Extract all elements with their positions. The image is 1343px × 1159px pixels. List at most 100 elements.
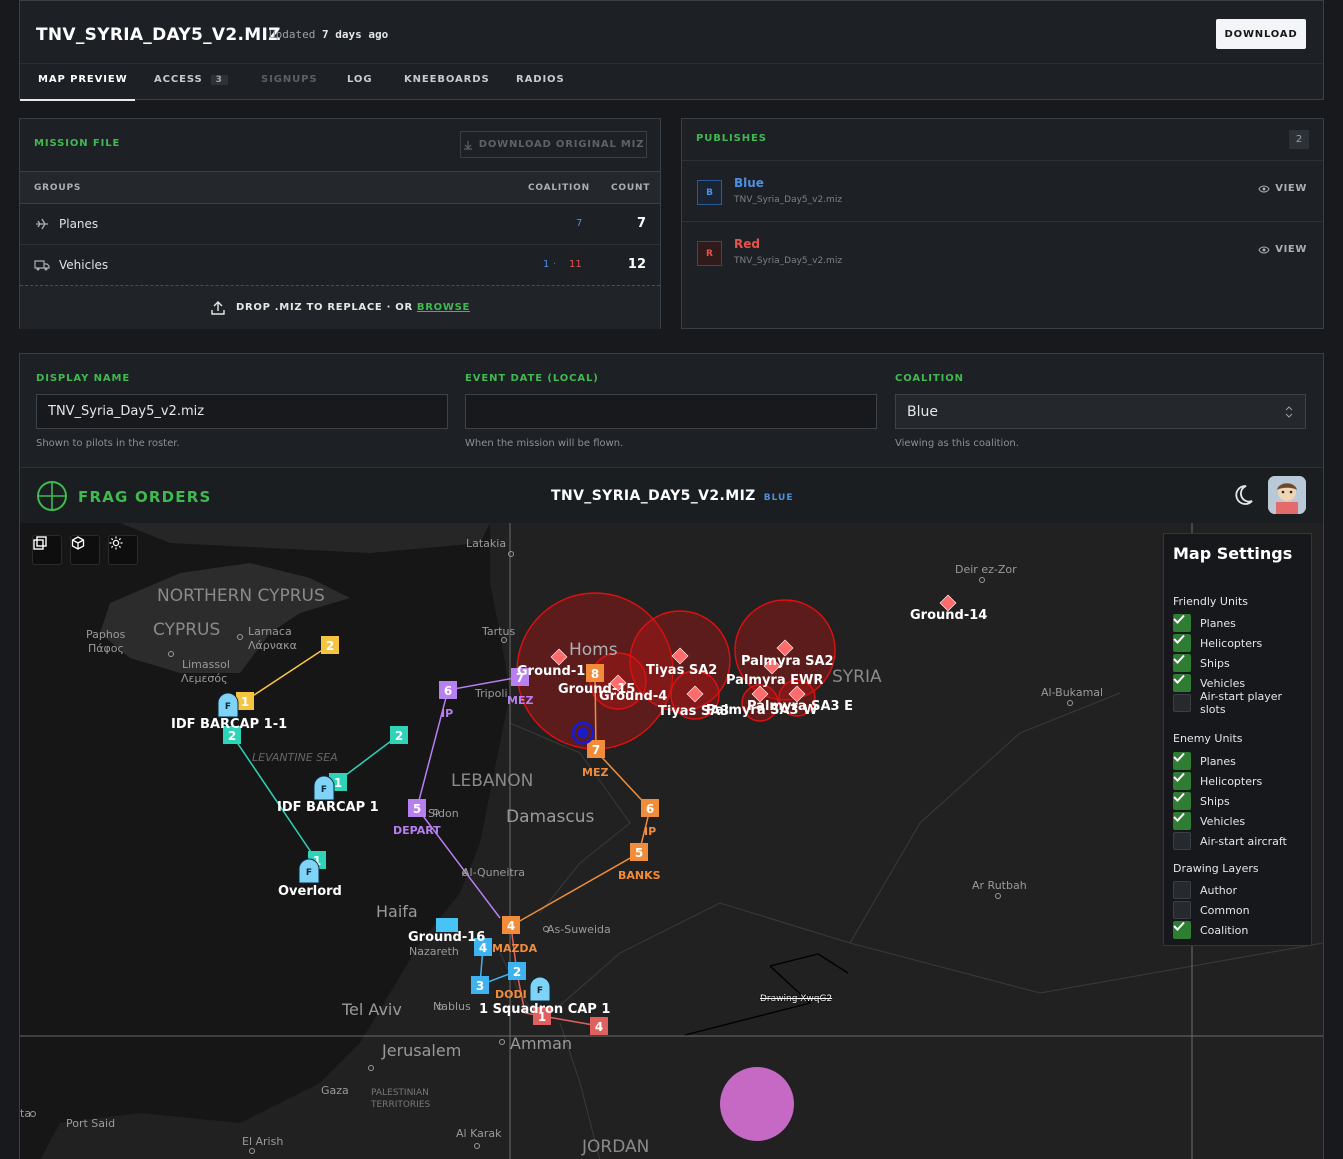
frag-orders-title: FRAG ORDERS bbox=[78, 488, 212, 506]
check-icon bbox=[1173, 921, 1185, 931]
place-label: As-Suweida bbox=[547, 923, 611, 936]
unit-label[interactable]: Ground-15 bbox=[558, 682, 635, 697]
unit-label[interactable]: Overlord bbox=[278, 884, 342, 899]
tab-log[interactable]: LOG bbox=[347, 74, 372, 85]
unit-label[interactable]: 1 Squadron CAP 1 bbox=[479, 1002, 610, 1017]
browse-link[interactable]: BROWSE bbox=[417, 302, 470, 313]
checkbox-label: Air-start player slots bbox=[1199, 690, 1283, 716]
checkbox[interactable] bbox=[1173, 812, 1191, 830]
download-button[interactable]: DOWNLOAD bbox=[1216, 19, 1306, 49]
checkbox[interactable] bbox=[1173, 654, 1191, 672]
place-label: LEBANON bbox=[451, 771, 534, 791]
checkbox[interactable] bbox=[1173, 772, 1191, 790]
unit-label[interactable]: IDF BARCAP 1-1 bbox=[171, 717, 287, 732]
col-count: COUNT bbox=[611, 183, 651, 193]
checkbox[interactable] bbox=[1173, 881, 1191, 899]
miz-dropzone[interactable]: DROP .MIZ TO REPLACE · OR BROWSE bbox=[20, 285, 660, 329]
tab-kneeboards[interactable]: KNEEBOARDS bbox=[404, 74, 490, 85]
check-icon bbox=[1173, 674, 1185, 684]
place-label: Gaza bbox=[321, 1084, 349, 1097]
checkbox[interactable] bbox=[1173, 901, 1191, 919]
checkbox[interactable] bbox=[1173, 752, 1191, 770]
publish-row-blue[interactable]: B Blue TNV_Syria_Day5_v2.miz VIEW bbox=[682, 160, 1323, 221]
view-button[interactable]: VIEW bbox=[1258, 244, 1307, 255]
table-row[interactable]: Planes 7 7 bbox=[20, 204, 660, 245]
checkbox[interactable] bbox=[1173, 832, 1191, 850]
waypoint-label: BANKS bbox=[618, 869, 661, 882]
event-date-input[interactable] bbox=[465, 394, 877, 429]
unit-label[interactable]: Ground-14 bbox=[910, 608, 987, 623]
unit-label[interactable]: Palmyra SA3 W bbox=[706, 703, 817, 718]
unit-label[interactable]: Ground-16 bbox=[408, 930, 485, 945]
3d-view-button[interactable] bbox=[70, 535, 100, 565]
coalition-label: COALITION bbox=[895, 373, 964, 384]
checkbox[interactable] bbox=[1173, 792, 1191, 810]
table-row[interactable]: Vehicles 1 · 11 12 bbox=[20, 245, 660, 286]
checkbox[interactable] bbox=[1173, 921, 1191, 939]
enemy-option[interactable]: Helicopters bbox=[1173, 772, 1262, 790]
check-icon bbox=[1173, 654, 1185, 664]
place-label: NORTHERN CYPRUS bbox=[157, 586, 325, 606]
plane-icon bbox=[36, 218, 48, 230]
checkbox-label: Helicopters bbox=[1200, 774, 1263, 788]
checkbox-label: Planes bbox=[1200, 754, 1236, 768]
download-original-button[interactable]: DOWNLOAD ORIGINAL MIZ bbox=[460, 131, 647, 158]
col-groups: GROUPS bbox=[34, 183, 82, 193]
checkbox[interactable] bbox=[1173, 634, 1191, 652]
place-label: Latakia bbox=[466, 537, 507, 550]
avatar[interactable] bbox=[1268, 476, 1306, 514]
map-canvas[interactable]: 2212 1167 5876 5443 241 FFFF Latakia Dei… bbox=[20, 523, 1323, 1159]
place-label: PALESTINIAN bbox=[371, 1088, 429, 1098]
enemy-option[interactable]: Ships bbox=[1173, 792, 1230, 810]
brightness-button[interactable] bbox=[108, 535, 138, 565]
enemy-option[interactable]: Air-start aircraft bbox=[1173, 832, 1287, 850]
unit-label[interactable]: IDF BARCAP 1 bbox=[277, 800, 379, 815]
view-button[interactable]: VIEW bbox=[1258, 183, 1307, 194]
friendly-option[interactable]: Helicopters bbox=[1173, 634, 1262, 652]
checkbox-label: Ships bbox=[1200, 794, 1230, 808]
display-name-input[interactable]: TNV_Syria_Day5_v2.miz bbox=[36, 394, 448, 429]
place-label: Al-Quneitra bbox=[462, 866, 525, 879]
place-label: Paphos bbox=[86, 628, 126, 641]
place-label: Λάρνακα bbox=[248, 639, 297, 652]
truck-icon bbox=[34, 260, 50, 271]
unit-label[interactable]: Palmyra SA2 bbox=[741, 654, 834, 669]
publish-row-red[interactable]: R Red TNV_Syria_Day5_v2.miz VIEW bbox=[682, 221, 1323, 282]
unit-label[interactable]: Ground-1 bbox=[517, 664, 585, 679]
frag-mission-name: TNV_SYRIA_DAY5_V2.MIZ BLUE bbox=[551, 488, 793, 504]
friendly-option[interactable]: Ships bbox=[1173, 654, 1230, 672]
active-tab-indicator bbox=[20, 99, 135, 101]
moon-icon[interactable] bbox=[1232, 484, 1254, 506]
layer-option[interactable]: Coalition bbox=[1173, 921, 1248, 939]
avatar-image bbox=[1268, 476, 1306, 514]
enemy-option[interactable]: Planes bbox=[1173, 752, 1236, 770]
check-icon bbox=[1173, 792, 1185, 802]
enemy-option[interactable]: Vehicles bbox=[1173, 812, 1245, 830]
checkbox-label: Planes bbox=[1200, 616, 1236, 630]
checkbox[interactable] bbox=[1173, 614, 1191, 632]
tab-signups[interactable]: SIGNUPS bbox=[261, 74, 317, 85]
checkbox[interactable] bbox=[1173, 674, 1191, 692]
layer-option[interactable]: Common bbox=[1173, 901, 1250, 919]
layers-button[interactable] bbox=[32, 535, 62, 565]
layer-option[interactable]: Author bbox=[1173, 881, 1237, 899]
checkbox[interactable] bbox=[1173, 694, 1191, 712]
place-label: Sidon bbox=[428, 807, 459, 820]
crosshair-icon bbox=[37, 481, 67, 511]
place-label: Tripoli bbox=[475, 687, 508, 700]
place-label: CYPRUS bbox=[153, 620, 221, 640]
unit-label[interactable]: Palmyra EWR bbox=[726, 673, 823, 688]
friendly-option[interactable]: Planes bbox=[1173, 614, 1236, 632]
checkbox-label: Vehicles bbox=[1200, 676, 1246, 690]
coalition-select[interactable]: Blue bbox=[895, 394, 1306, 429]
place-label: El Arish bbox=[242, 1135, 284, 1148]
friendly-option[interactable]: Air-start player slots bbox=[1173, 690, 1311, 716]
tab-radios[interactable]: RADIOS bbox=[516, 74, 565, 85]
checkbox-label: Coalition bbox=[1200, 923, 1249, 937]
tab-map-preview[interactable]: MAP PREVIEW bbox=[38, 74, 128, 85]
layers-icon bbox=[33, 536, 47, 550]
cube-icon bbox=[71, 536, 85, 550]
unit-label[interactable]: Tiyas SA2 bbox=[646, 663, 717, 678]
tab-access[interactable]: ACCESS 3 bbox=[154, 74, 228, 85]
place-label: Nablus bbox=[433, 1000, 471, 1013]
